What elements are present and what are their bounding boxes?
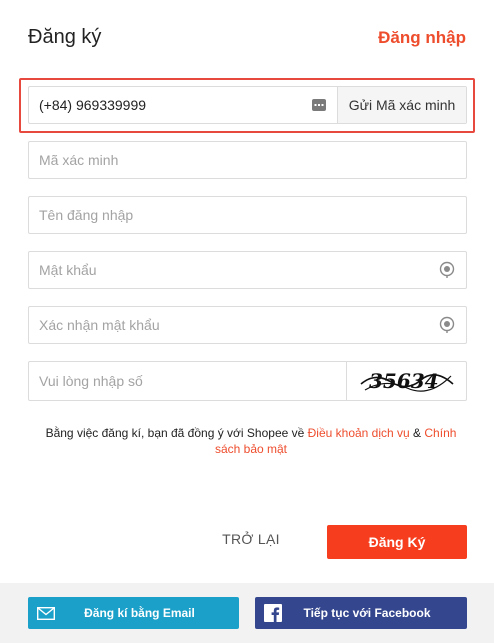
signup-header: Đăng ký Đăng nhập — [0, 0, 494, 76]
captcha-image[interactable]: 35634 — [346, 362, 466, 400]
signup-email-label: Đăng kí bằng Email — [84, 606, 195, 620]
password-input[interactable] — [29, 252, 438, 288]
phone-field: Gửi Mã xác minh — [28, 86, 467, 124]
terms-prefix: Bằng việc đăng kí, bạn đã đồng ý với Sho… — [45, 426, 308, 440]
login-link[interactable]: Đăng nhập — [378, 28, 466, 48]
terms-of-service-link[interactable]: Điều khoản dịch vụ — [308, 426, 410, 440]
page-title: Đăng ký — [28, 26, 102, 48]
facebook-continue-button[interactable]: Tiếp tục với Facebook — [255, 597, 467, 629]
captcha-field: 35634 — [28, 361, 467, 401]
show-password-icon[interactable] — [438, 261, 456, 279]
verification-code-input[interactable] — [29, 142, 466, 178]
keypad-icon[interactable] — [309, 95, 329, 115]
send-code-button[interactable]: Gửi Mã xác minh — [337, 87, 466, 123]
captcha-input[interactable] — [29, 362, 346, 400]
confirm-password-input[interactable] — [29, 307, 438, 343]
envelope-icon — [28, 597, 64, 629]
username-input[interactable] — [29, 197, 466, 233]
terms-notice: Bằng việc đăng kí, bạn đã đồng ý với Sho… — [36, 425, 466, 457]
terms-joiner: & — [409, 426, 425, 440]
password-field — [28, 251, 467, 289]
confirm-password-field — [28, 306, 467, 344]
social-signup-footer: Đăng kí bằng Email Tiếp tục với Facebook — [0, 583, 494, 643]
facebook-continue-label: Tiếp tục với Facebook — [303, 606, 431, 620]
facebook-icon — [255, 597, 291, 629]
verification-code-field — [28, 141, 467, 179]
phone-input[interactable] — [29, 87, 309, 123]
show-confirm-password-icon[interactable] — [438, 316, 456, 334]
captcha-text: 35634 — [369, 369, 439, 393]
username-field — [28, 196, 467, 234]
signup-email-button[interactable]: Đăng kí bằng Email — [28, 597, 239, 629]
back-button[interactable]: TRỞ LẠI — [213, 531, 289, 553]
register-button[interactable]: Đăng Ký — [327, 525, 467, 559]
